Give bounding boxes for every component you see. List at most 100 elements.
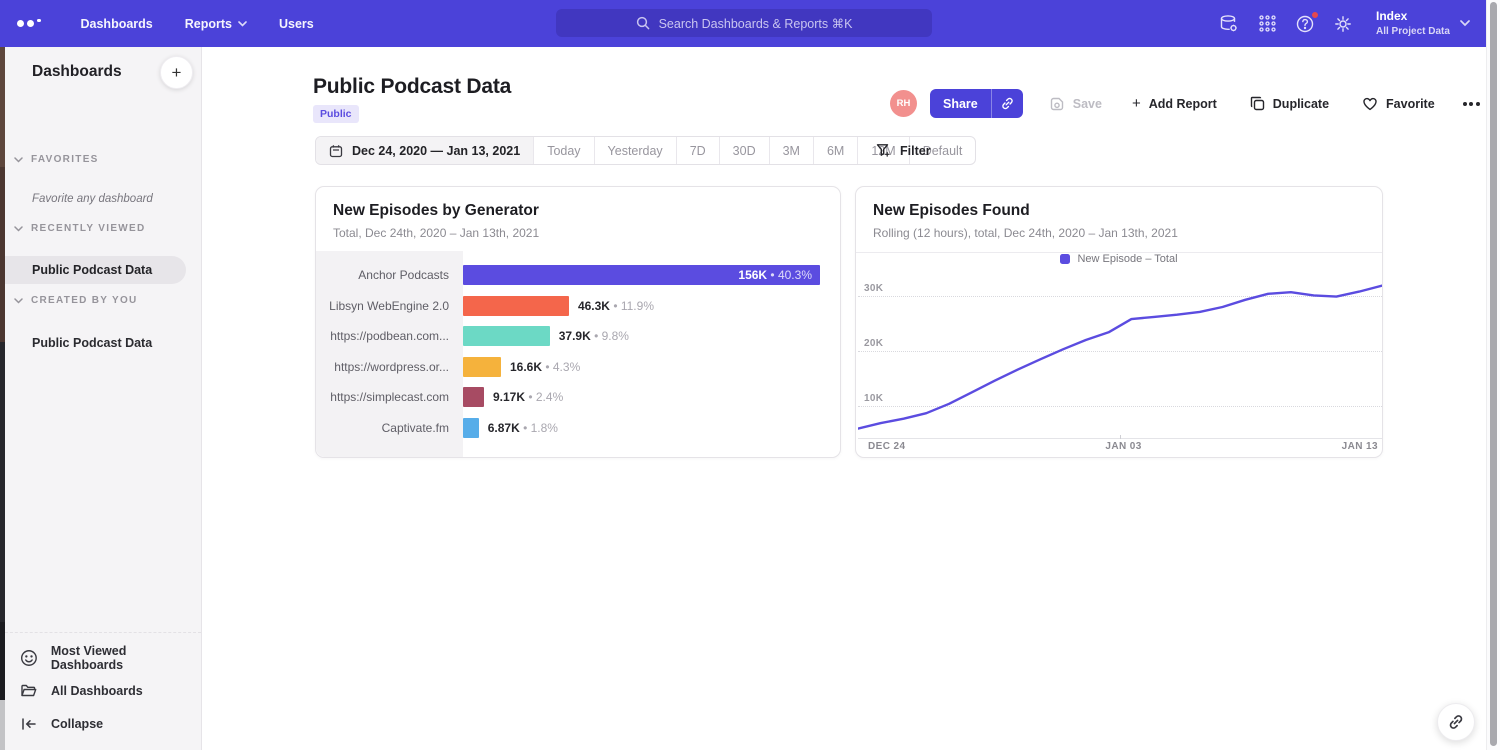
nav-reports[interactable]: Reports	[169, 0, 263, 47]
chart-title[interactable]: New Episodes Found	[873, 202, 1365, 220]
line-series[interactable]	[858, 273, 1382, 439]
add-report-button[interactable]: + Add Report	[1132, 95, 1217, 112]
favorites-empty-hint: Favorite any dashboard	[32, 193, 153, 205]
share-link-fab[interactable]	[1437, 703, 1475, 741]
share-button[interactable]: Share	[930, 89, 992, 118]
preset-3m[interactable]: 3M	[770, 137, 814, 164]
bar-row: https://wordpress.or... 16.6K • 4.3%	[316, 352, 840, 383]
filter-label: Filter	[900, 144, 931, 158]
bar-segment[interactable]	[463, 387, 484, 407]
section-favorites[interactable]: FAVORITES	[14, 154, 99, 165]
preset-today[interactable]: Today	[534, 137, 594, 164]
help-icon[interactable]	[1294, 13, 1316, 35]
date-range-button[interactable]: Dec 24, 2020 — Jan 13, 2021	[316, 137, 534, 164]
top-nav: Dashboards Reports Users Search Dashboar…	[0, 0, 1486, 47]
card-header: New Episodes Found Rolling (12 hours), t…	[856, 187, 1382, 253]
app-logo[interactable]	[17, 19, 41, 29]
bar-category-label: https://wordpress.or...	[316, 360, 463, 374]
bar-category-label: Libsyn WebEngine 2.0	[316, 299, 463, 313]
section-recently-viewed-label: RECENTLY VIEWED	[31, 223, 146, 234]
nav-users[interactable]: Users	[263, 0, 330, 47]
duplicate-button[interactable]: Duplicate	[1250, 96, 1329, 111]
link-icon	[1000, 96, 1015, 111]
bar-segment[interactable]	[463, 326, 550, 346]
filter-funnel-icon	[876, 143, 891, 158]
section-created-by-you[interactable]: CREATED BY YOU	[14, 295, 138, 306]
chart-subtitle: Rolling (12 hours), total, Dec 24th, 202…	[873, 226, 1365, 240]
favorite-label: Favorite	[1386, 97, 1435, 111]
save-label: Save	[1073, 97, 1102, 111]
share-split-button: Share	[930, 89, 1023, 118]
bar-track: 37.9K • 9.8%	[463, 321, 840, 352]
sidebar-title: Dashboards	[32, 63, 122, 81]
bar-row: Libsyn WebEngine 2.046.3K • 11.9%	[316, 291, 840, 322]
nav-users-label: Users	[279, 17, 314, 31]
nav-dashboards-label: Dashboards	[81, 17, 153, 31]
filter-button[interactable]: Filter	[876, 136, 931, 165]
nav-reports-label: Reports	[185, 17, 232, 31]
bar-segment[interactable]	[463, 418, 479, 438]
chevron-down-icon	[14, 157, 23, 163]
folder-icon	[20, 682, 38, 700]
new-dashboard-button[interactable]: +	[160, 56, 193, 89]
preset-6m[interactable]: 6M	[814, 137, 858, 164]
calendar-icon	[329, 144, 343, 158]
logo-dot	[17, 20, 24, 27]
bar-segment[interactable]	[463, 296, 569, 316]
bar-track: 156K • 40.3%	[463, 260, 840, 291]
dot	[1463, 102, 1467, 106]
collapse-sidebar-button[interactable]: Collapse	[0, 707, 201, 740]
chart-title[interactable]: New Episodes by Generator	[333, 202, 823, 220]
nav-dashboards[interactable]: Dashboards	[65, 0, 169, 47]
page-scrollbar[interactable]	[1486, 0, 1500, 750]
favorite-button[interactable]: Favorite	[1362, 96, 1435, 111]
section-recently-viewed[interactable]: RECENTLY VIEWED	[14, 223, 146, 234]
sidebar-item-public-podcast-data[interactable]: Public Podcast Data	[32, 336, 152, 350]
avatar[interactable]: RH	[890, 90, 917, 117]
bar-segment[interactable]	[463, 357, 501, 377]
chevron-down-icon	[14, 226, 23, 232]
sidebar-item-label: Public Podcast Data	[32, 263, 152, 277]
plus-icon: +	[1132, 95, 1141, 112]
duplicate-icon	[1250, 96, 1265, 111]
sidebar-item-public-podcast-data-active[interactable]: Public Podcast Data	[0, 256, 186, 284]
all-dashboards-button[interactable]: All Dashboards	[0, 674, 201, 707]
bar-row: https://simplecast.com 9.17K • 2.4%	[316, 382, 840, 413]
most-viewed-label: Most Viewed Dashboards	[51, 644, 201, 672]
search-icon	[636, 16, 650, 30]
x-tick-dec24: DEC 24	[858, 441, 905, 452]
bar-chart: Anchor Podcasts156K • 40.3%Libsyn WebEng…	[316, 251, 840, 457]
notification-badge	[1311, 11, 1319, 19]
plus-icon: +	[172, 63, 182, 83]
chevron-down-icon	[238, 21, 247, 27]
collapse-icon	[20, 715, 38, 733]
bar-category-label: https://podbean.com...	[316, 329, 463, 343]
dot	[1476, 102, 1480, 106]
scrollbar-thumb[interactable]	[1490, 2, 1497, 746]
bar-value-label: 16.6K • 4.3%	[510, 360, 580, 374]
save-button[interactable]: Save	[1049, 96, 1102, 112]
line-chart: 30K 20K 10K	[858, 273, 1382, 439]
legend-label: New Episode – Total	[1077, 253, 1177, 265]
preset-7d[interactable]: 7D	[677, 137, 720, 164]
bar-category-label: https://simplecast.com	[316, 390, 463, 404]
bar-category-label: Anchor Podcasts	[316, 268, 463, 282]
preset-yesterday[interactable]: Yesterday	[595, 137, 677, 164]
bar-value-label: 6.87K • 1.8%	[488, 421, 558, 435]
settings-gear-icon[interactable]	[1332, 13, 1354, 35]
bar-row: Anchor Podcasts156K • 40.3%	[316, 260, 840, 291]
project-switcher[interactable]: Index All Project Data	[1376, 9, 1470, 38]
sidebar: Dashboards + FAVORITES Favorite any dash…	[0, 47, 202, 750]
chart-legend[interactable]: New Episode – Total	[856, 253, 1382, 265]
global-search-input[interactable]: Search Dashboards & Reports ⌘K	[556, 9, 932, 37]
preset-30d[interactable]: 30D	[720, 137, 770, 164]
bar-track: 16.6K • 4.3%	[463, 352, 840, 383]
apps-grid-icon[interactable]	[1256, 13, 1278, 35]
share-link-button[interactable]	[992, 89, 1023, 118]
bar-value-label: 9.17K • 2.4%	[493, 390, 563, 404]
collapse-label: Collapse	[51, 717, 103, 731]
more-options-button[interactable]	[1463, 102, 1480, 106]
data-sources-icon[interactable]	[1218, 13, 1240, 35]
bar-segment[interactable]: 156K • 40.3%	[463, 265, 820, 285]
most-viewed-dashboards-button[interactable]: Most Viewed Dashboards	[0, 641, 201, 674]
